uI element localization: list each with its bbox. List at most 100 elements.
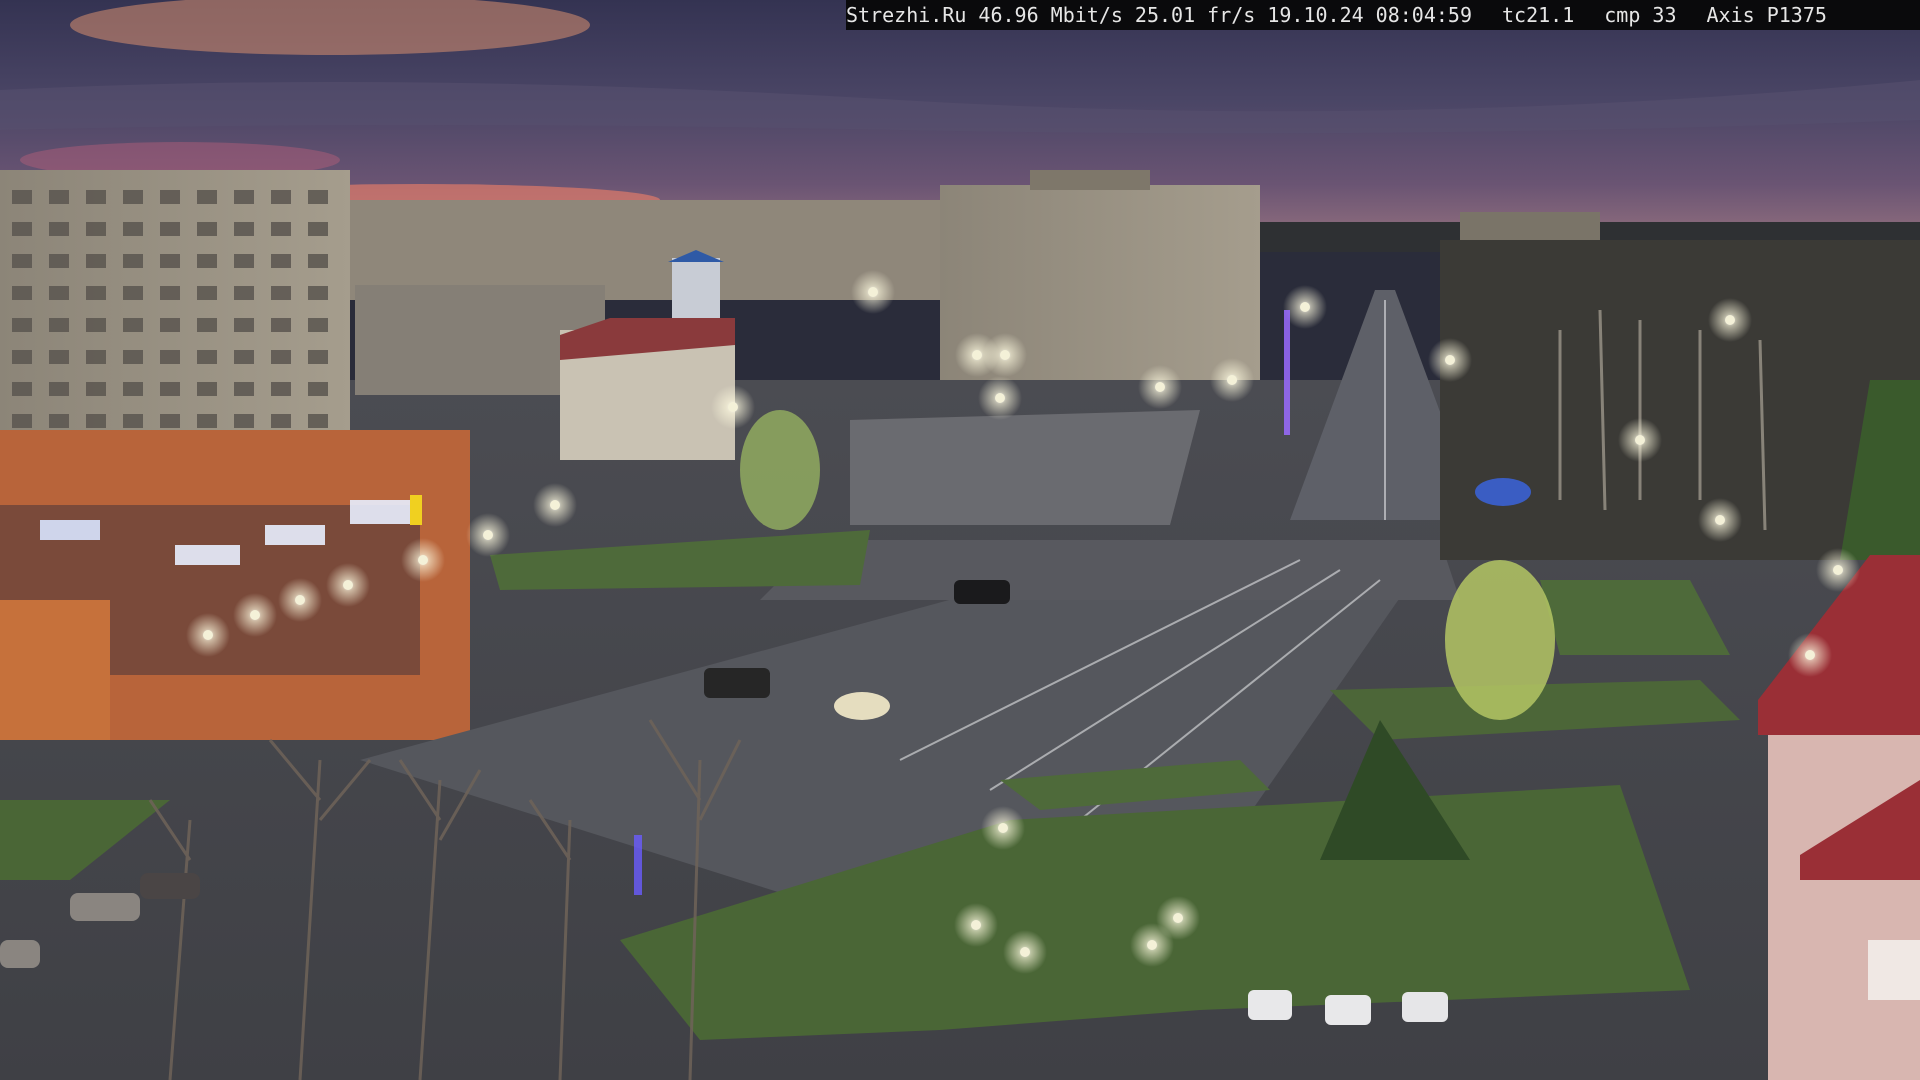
apartment-window — [49, 254, 69, 268]
time-readout: 08:04:59 — [1375, 3, 1472, 27]
tc-readout: tc21.1 — [1502, 3, 1575, 27]
apartment-window — [86, 350, 106, 364]
apartment-window — [160, 318, 180, 332]
apartment-window — [123, 254, 143, 268]
apartment-window — [160, 222, 180, 236]
plaza — [850, 410, 1200, 525]
apartment-window — [86, 222, 106, 236]
street-lamp — [1173, 913, 1183, 923]
street-lamp — [1227, 375, 1237, 385]
car-black-suv — [704, 668, 770, 698]
apartment-window — [160, 254, 180, 268]
street-lamp — [550, 500, 560, 510]
apartment-window — [308, 318, 328, 332]
apartment-window — [234, 414, 254, 428]
apartment-window — [234, 286, 254, 300]
apartment-window — [123, 286, 143, 300]
street-lamp — [418, 555, 428, 565]
apartment-window — [197, 350, 217, 364]
apartment-window — [271, 350, 291, 364]
bitrate-readout: 46.96 Mbit/s — [978, 3, 1123, 27]
apartment-window — [86, 254, 106, 268]
street-lamp — [1155, 382, 1165, 392]
apartment-window — [308, 382, 328, 396]
apartment-window — [160, 190, 180, 204]
apartment-window — [86, 318, 106, 332]
apartment-window — [197, 190, 217, 204]
apartment-window — [86, 286, 106, 300]
apartment-window — [123, 222, 143, 236]
street-lamp — [1715, 515, 1725, 525]
apartment-window — [49, 350, 69, 364]
street-lamp — [1725, 315, 1735, 325]
apartment-window — [86, 382, 106, 396]
apartment-window — [49, 414, 69, 428]
cmp-readout: cmp 33 — [1604, 3, 1677, 27]
street-lamp — [1635, 435, 1645, 445]
apartment-window — [160, 350, 180, 364]
apartment-window — [197, 318, 217, 332]
webcam-scene — [0, 0, 1920, 1080]
apartment-window — [197, 286, 217, 300]
apartment-window — [197, 382, 217, 396]
street-lamp — [1020, 947, 1030, 957]
street-lamp — [1300, 302, 1310, 312]
street-lamp — [250, 610, 260, 620]
apartment-window — [308, 286, 328, 300]
apartment-window — [271, 382, 291, 396]
street-lamp — [728, 402, 738, 412]
street-lamp — [343, 580, 353, 590]
street-lamp — [1147, 940, 1157, 950]
apartment-window — [123, 190, 143, 204]
street-lamp — [995, 393, 1005, 403]
apartment-window — [49, 286, 69, 300]
camera-model: Axis P1375 — [1706, 3, 1827, 27]
apartment-window — [197, 222, 217, 236]
site-name: Strezhi.Ru — [846, 3, 967, 27]
apartment-window — [234, 254, 254, 268]
camera-info-overlay: Strezhi.Ru 46.96 Mbit/s 25.01 fr/s 19.10… — [846, 0, 1920, 30]
apartment-window — [308, 414, 328, 428]
street-lamp — [203, 630, 213, 640]
apartment-window — [12, 414, 32, 428]
apartment-window — [49, 190, 69, 204]
apartment-window — [308, 190, 328, 204]
street-lamp — [971, 920, 981, 930]
apartment-window — [234, 382, 254, 396]
far-building-right — [1460, 212, 1600, 244]
birch-tree-lit — [1445, 560, 1555, 720]
framerate-readout: 25.01 fr/s — [1134, 3, 1256, 27]
street-lamp — [483, 530, 493, 540]
apartment-window — [197, 254, 217, 268]
apartment-window — [12, 350, 32, 364]
apartment-window — [197, 414, 217, 428]
apartment-window — [271, 286, 291, 300]
street-lamp — [1833, 565, 1843, 575]
apartment-window — [271, 190, 291, 204]
apartment-window — [12, 382, 32, 396]
street-lamp — [972, 350, 982, 360]
apartment-window — [49, 222, 69, 236]
apartment-window — [308, 350, 328, 364]
apartment-window — [234, 350, 254, 364]
apartment-window — [123, 414, 143, 428]
apartment-window — [234, 190, 254, 204]
date-readout: 19.10.24 — [1267, 3, 1364, 27]
street-lamp — [1445, 355, 1455, 365]
apartment-window — [49, 382, 69, 396]
apartment-window — [12, 254, 32, 268]
right-pink-building — [1768, 720, 1920, 1080]
apartment-window — [271, 414, 291, 428]
car-headlights — [834, 692, 890, 720]
apartment-window — [123, 318, 143, 332]
apartment-window — [271, 222, 291, 236]
street-lamp — [1000, 350, 1010, 360]
apartment-window — [160, 286, 180, 300]
apartment-window — [49, 318, 69, 332]
apartment-window — [234, 318, 254, 332]
apartment-window — [12, 318, 32, 332]
street-lamp — [998, 823, 1008, 833]
apartment-window — [308, 222, 328, 236]
apartment-window — [86, 190, 106, 204]
street-lamp — [295, 595, 305, 605]
